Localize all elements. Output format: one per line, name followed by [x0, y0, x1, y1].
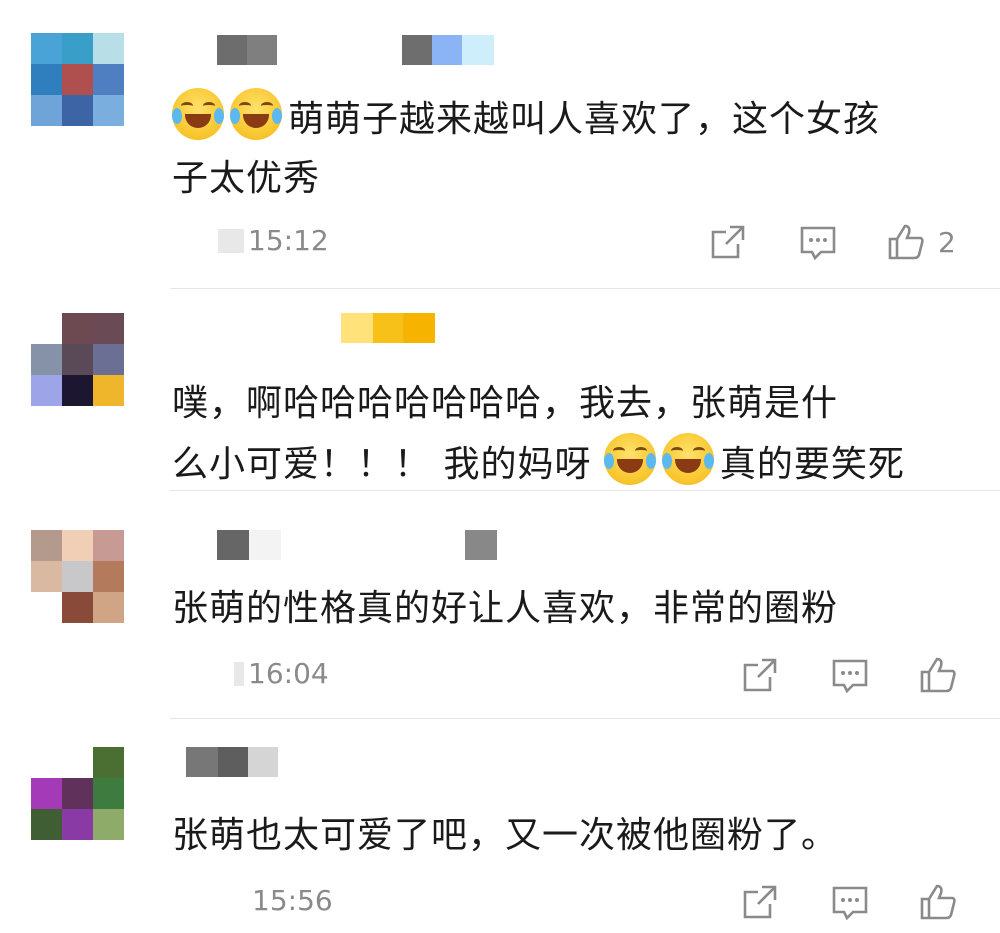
avatar-pixel: [62, 530, 93, 561]
avatar-pixel: [31, 375, 62, 406]
comment-text: 噗，啊哈哈哈哈哈哈哈，我去，张萌是什 么小可爱！！！ 我的妈呀 真的要笑死: [172, 383, 905, 485]
comment-item: 张萌的性格真的好让人喜欢，非常的圈粉 16:04: [0, 492, 1000, 718]
comment-meta: 15:56: [252, 884, 333, 917]
laugh-tears-emoji-icon: [230, 88, 282, 140]
location-blurred: [234, 661, 244, 686]
avatar-pixel: [62, 561, 93, 592]
avatar-pixel: [93, 561, 124, 592]
username-blurred[interactable]: [217, 35, 494, 65]
cry-laugh-emoji-icon: [603, 433, 656, 485]
avatar-pixel: [62, 809, 93, 840]
like-icon[interactable]: [918, 655, 958, 695]
like-count: 2: [938, 225, 956, 259]
divider: [170, 288, 1000, 289]
avatar-pixel: [93, 592, 124, 623]
avatar-pixel: [31, 530, 62, 561]
username-blurred[interactable]: [217, 530, 497, 560]
avatar-pixel: [93, 95, 124, 126]
share-icon[interactable]: [708, 222, 748, 262]
comment-item: 噗，啊哈哈哈哈哈哈哈，我去，张萌是什 么小可爱！！！ 我的妈呀 真的要笑死: [0, 290, 1000, 490]
location-blurred: [218, 228, 244, 253]
username-blurred[interactable]: [186, 747, 278, 777]
avatar-pixel: [93, 64, 124, 95]
avatar-pixel: [31, 809, 62, 840]
comment-meta: 16:04: [234, 657, 329, 690]
avatar[interactable]: [31, 313, 124, 406]
share-icon[interactable]: [740, 655, 780, 695]
divider: [170, 490, 1000, 491]
comment-text: 张萌的性格真的好让人喜欢，非常的圈粉: [172, 588, 839, 629]
avatar-pixel: [62, 592, 93, 623]
share-icon[interactable]: [740, 882, 780, 922]
avatar-pixel: [93, 313, 124, 344]
avatar-pixel: [31, 95, 62, 126]
avatar-pixel: [62, 33, 93, 64]
avatar-pixel: [62, 375, 93, 406]
avatar-pixel: [31, 561, 62, 592]
avatar-pixel: [62, 95, 93, 126]
reply-icon[interactable]: [830, 655, 870, 695]
avatar[interactable]: [31, 747, 124, 840]
avatar-pixel: [31, 747, 62, 778]
timestamp: 16:04: [248, 657, 329, 690]
username-blurred[interactable]: [341, 313, 435, 343]
avatar-pixel: [62, 344, 93, 375]
comment-text: 张萌也太可爱了吧，又一次被他圈粉了。: [172, 815, 839, 856]
avatar-pixel: [62, 778, 93, 809]
timestamp: 15:56: [252, 884, 333, 917]
reply-icon[interactable]: [830, 882, 870, 922]
cry-laugh-emoji-icon: [661, 433, 714, 485]
avatar-pixel: [62, 313, 93, 344]
comment-item: 萌萌子越来越叫人喜欢了，这个女孩 子太优秀 15:12 2: [0, 0, 1000, 290]
avatar-pixel: [31, 64, 62, 95]
avatar-pixel: [93, 778, 124, 809]
avatar-pixel: [62, 64, 93, 95]
avatar-pixel: [93, 375, 124, 406]
avatar[interactable]: [31, 530, 124, 623]
avatar-pixel: [31, 778, 62, 809]
like-icon[interactable]: [886, 222, 926, 262]
laugh-tears-emoji-icon: [172, 88, 224, 140]
timestamp: 15:12: [248, 224, 329, 257]
avatar-pixel: [31, 344, 62, 375]
reply-icon[interactable]: [798, 222, 838, 262]
avatar-pixel: [31, 592, 62, 623]
avatar-pixel: [31, 313, 62, 344]
avatar-pixel: [93, 33, 124, 64]
avatar-pixel: [93, 344, 124, 375]
avatar[interactable]: [31, 33, 124, 126]
like-icon[interactable]: [918, 882, 958, 922]
comment-meta: 15:12: [218, 224, 329, 257]
avatar-pixel: [31, 33, 62, 64]
avatar-pixel: [93, 809, 124, 840]
comment-text: 萌萌子越来越叫人喜欢了，这个女孩 子太优秀: [172, 88, 970, 208]
comment-item: 张萌也太可爱了吧，又一次被他圈粉了。 15:56: [0, 720, 1000, 933]
divider: [170, 718, 1000, 719]
avatar-pixel: [93, 530, 124, 561]
avatar-pixel: [93, 747, 124, 778]
avatar-pixel: [62, 747, 93, 778]
